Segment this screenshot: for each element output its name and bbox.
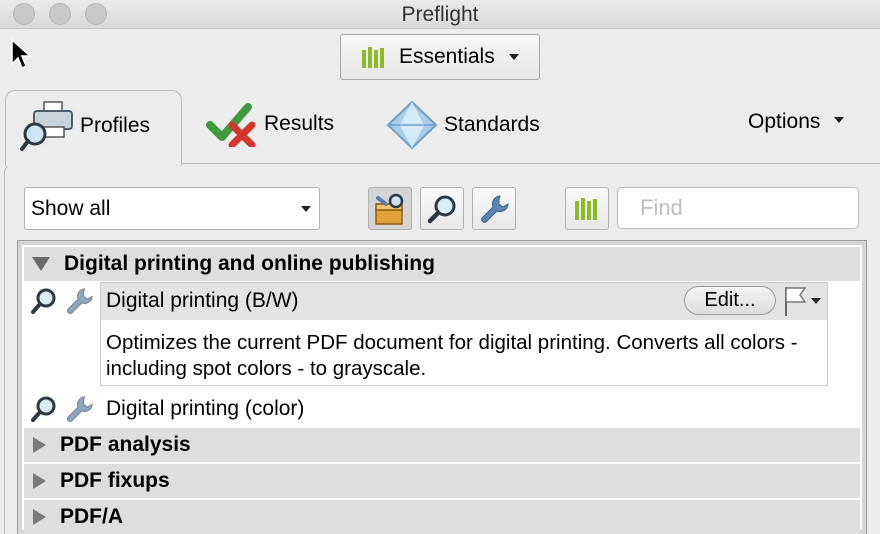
library-icon (575, 197, 597, 220)
title-bar: Preflight (0, 0, 880, 29)
disclosure-collapsed-icon[interactable] (33, 473, 46, 489)
group-header-pdf-analysis[interactable]: PDF analysis (24, 428, 860, 462)
magnifier-icon (427, 195, 456, 223)
group-label: PDF analysis (60, 433, 191, 456)
magnifier-icon[interactable] (30, 287, 58, 315)
profile-name: Digital printing (B/W) (106, 289, 299, 312)
tab-results[interactable]: Results (206, 101, 334, 147)
group-label: PDF/A (60, 505, 123, 528)
group-header-pdf-a[interactable]: PDF/A (24, 500, 860, 534)
workspace-dropdown[interactable]: Essentials (340, 34, 540, 80)
filter-dropdown[interactable]: Show all (24, 187, 320, 230)
tab-profiles[interactable]: Profiles (20, 100, 150, 152)
group-label: Digital printing and online publishing (64, 252, 435, 275)
disclosure-collapsed-icon[interactable] (33, 437, 46, 453)
chevron-down-icon (834, 117, 845, 123)
chevron-down-icon (301, 205, 311, 212)
profile-actions (30, 286, 94, 316)
group-label: PDF fixups (60, 469, 170, 492)
wrench-icon[interactable] (64, 394, 94, 424)
group-header-digital-printing[interactable]: Digital printing and online publishing (24, 247, 860, 281)
magnifier-icon[interactable] (30, 395, 58, 423)
window-title: Preflight (401, 3, 479, 26)
search-profiles-button[interactable] (420, 187, 464, 230)
profile-description: Optimizes the current PDF document for d… (106, 331, 798, 380)
profile-actions (30, 394, 94, 424)
chevron-down-icon (811, 298, 821, 304)
diamond-icon (386, 100, 438, 150)
group-header-pdf-fixups[interactable]: PDF fixups (24, 464, 860, 498)
library-button[interactable] (565, 187, 609, 230)
toolbox-icon (375, 193, 404, 225)
filter-value: Show all (31, 196, 111, 220)
profile-name[interactable]: Digital printing (color) (106, 397, 304, 421)
library-icon (362, 47, 384, 68)
fixups-button[interactable] (472, 187, 516, 230)
printer-magnifier-icon (20, 101, 73, 151)
tab-standards-label: Standards (444, 113, 540, 136)
options-menu[interactable]: Options (748, 110, 845, 134)
tab-profiles-label: Profiles (80, 114, 151, 137)
check-cross-icon (206, 103, 256, 147)
find-input[interactable] (617, 187, 859, 229)
flag-menu[interactable] (783, 285, 821, 317)
toolbox-button[interactable] (368, 187, 412, 230)
flag-icon (785, 287, 807, 316)
wrench-icon (481, 194, 509, 223)
edit-profile-button[interactable]: Edit... (684, 286, 776, 315)
workspace-label: Essentials (399, 45, 495, 68)
mouse-cursor-icon (11, 38, 32, 70)
disclosure-expanded-icon[interactable] (32, 257, 50, 271)
tab-standards[interactable]: Standards (386, 100, 540, 150)
tab-results-label: Results (264, 112, 335, 135)
options-label: Options (748, 110, 821, 133)
disclosure-collapsed-icon[interactable] (33, 509, 46, 525)
chevron-down-icon (508, 54, 519, 60)
wrench-icon[interactable] (64, 286, 94, 316)
